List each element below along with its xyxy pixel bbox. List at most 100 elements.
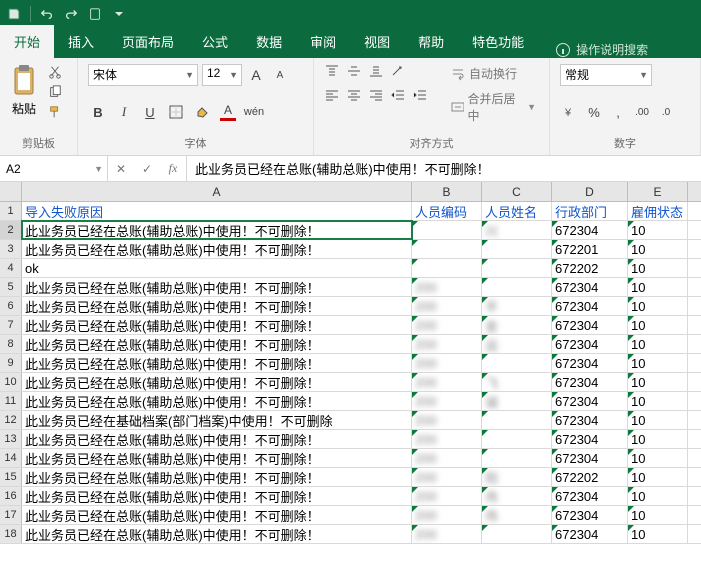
- cell[interactable]: 672304: [552, 525, 628, 543]
- cell[interactable]: 200: [412, 506, 482, 524]
- cell[interactable]: [412, 240, 482, 258]
- row-header[interactable]: 1: [0, 202, 22, 220]
- font-size-select[interactable]: 12▼: [202, 64, 242, 86]
- cell[interactable]: 10: [628, 373, 688, 391]
- tab-review[interactable]: 审阅: [296, 25, 350, 58]
- percent-icon[interactable]: %: [584, 102, 604, 122]
- row-header[interactable]: 12: [0, 411, 22, 429]
- row-header[interactable]: 6: [0, 297, 22, 315]
- cell[interactable]: 10: [628, 297, 688, 315]
- cell[interactable]: 金: [482, 316, 552, 334]
- cell[interactable]: 此业务员已经在总账(辅助总账)中使用！不可删除！: [22, 449, 412, 467]
- cell[interactable]: 672304: [552, 373, 628, 391]
- cell[interactable]: 此业务员已经在总账(辅助总账)中使用！不可删除！: [22, 430, 412, 448]
- cell[interactable]: 伟: [482, 506, 552, 524]
- cell[interactable]: 人员姓名: [482, 202, 552, 220]
- cell[interactable]: 672304: [552, 335, 628, 353]
- cell[interactable]: 此业务员已经在总账(辅助总账)中使用！不可删除！: [22, 278, 412, 296]
- row-header[interactable]: 5: [0, 278, 22, 296]
- column-header-A[interactable]: A: [22, 182, 412, 201]
- cell[interactable]: 飞: [482, 373, 552, 391]
- number-format-select[interactable]: 常规▼: [560, 64, 652, 86]
- cell[interactable]: 10: [628, 468, 688, 486]
- cell[interactable]: [482, 525, 552, 543]
- align-middle-icon[interactable]: [346, 64, 364, 80]
- cell[interactable]: 阳: [482, 468, 552, 486]
- cell[interactable]: 672304: [552, 411, 628, 429]
- tab-help[interactable]: 帮助: [404, 25, 458, 58]
- cell[interactable]: 行政部门: [552, 202, 628, 220]
- row-header[interactable]: 2: [0, 221, 22, 239]
- cell[interactable]: 672304: [552, 278, 628, 296]
- save-icon[interactable]: [6, 6, 22, 22]
- cell[interactable]: [412, 221, 482, 239]
- cell[interactable]: [482, 278, 552, 296]
- cell[interactable]: [482, 354, 552, 372]
- cell[interactable]: 此业务员已经在总账(辅助总账)中使用！不可删除！: [22, 468, 412, 486]
- cell[interactable]: 10: [628, 430, 688, 448]
- cell[interactable]: 10: [628, 259, 688, 277]
- cell[interactable]: 672304: [552, 392, 628, 410]
- merge-center-button[interactable]: 合并后居中▼: [448, 89, 539, 125]
- tab-features[interactable]: 特色功能: [458, 25, 538, 58]
- align-center-icon[interactable]: [346, 88, 364, 104]
- cell[interactable]: 10: [628, 506, 688, 524]
- cell[interactable]: 此业务员已经在总账(辅助总账)中使用！不可删除！: [22, 487, 412, 505]
- decrease-decimal-icon[interactable]: .0: [656, 102, 676, 122]
- underline-button[interactable]: U: [140, 102, 160, 122]
- cell[interactable]: [482, 240, 552, 258]
- cell[interactable]: 672304: [552, 354, 628, 372]
- cell[interactable]: 此业务员已经在总账(辅助总账)中使用！不可删除！: [22, 240, 412, 258]
- cell[interactable]: 672202: [552, 468, 628, 486]
- tell-me-search[interactable]: 操作说明搜索: [546, 41, 658, 58]
- cell[interactable]: 200: [412, 354, 482, 372]
- select-all-corner[interactable]: [0, 182, 22, 201]
- qat-more-icon[interactable]: [111, 6, 127, 22]
- enter-formula-icon[interactable]: ✓: [134, 162, 160, 176]
- undo-icon[interactable]: [39, 6, 55, 22]
- format-painter-icon[interactable]: [46, 104, 64, 120]
- cut-icon[interactable]: [46, 64, 64, 80]
- row-header[interactable]: 7: [0, 316, 22, 334]
- cell[interactable]: 672304: [552, 506, 628, 524]
- cell[interactable]: 此业务员已经在总账(辅助总账)中使用！不可删除！: [22, 297, 412, 315]
- bold-button[interactable]: B: [88, 102, 108, 122]
- currency-icon[interactable]: ¥: [560, 102, 580, 122]
- tab-view[interactable]: 视图: [350, 25, 404, 58]
- tab-data[interactable]: 数据: [242, 25, 296, 58]
- cell[interactable]: [412, 259, 482, 277]
- cell[interactable]: 200: [412, 411, 482, 429]
- increase-indent-icon[interactable]: [412, 88, 430, 104]
- cell[interactable]: 此业务员已经在总账(辅助总账)中使用！不可删除！: [22, 373, 412, 391]
- cell[interactable]: [482, 449, 552, 467]
- fx-icon[interactable]: fx: [160, 161, 186, 176]
- formula-input[interactable]: 此业务员已经在总账(辅助总账)中使用！不可删除！: [187, 156, 701, 181]
- row-header[interactable]: 13: [0, 430, 22, 448]
- cell[interactable]: 10: [628, 240, 688, 258]
- row-header[interactable]: 14: [0, 449, 22, 467]
- cell[interactable]: 诚: [482, 392, 552, 410]
- align-right-icon[interactable]: [368, 88, 386, 104]
- cell[interactable]: 672304: [552, 487, 628, 505]
- cell[interactable]: 10: [628, 316, 688, 334]
- column-header-B[interactable]: B: [412, 182, 482, 201]
- align-left-icon[interactable]: [324, 88, 342, 104]
- cell[interactable]: 10: [628, 335, 688, 353]
- cell[interactable]: 10: [628, 449, 688, 467]
- cell[interactable]: 10: [628, 278, 688, 296]
- cell[interactable]: 200: [412, 373, 482, 391]
- cell[interactable]: [482, 259, 552, 277]
- tab-page-layout[interactable]: 页面布局: [108, 25, 188, 58]
- cell[interactable]: 此业务员已经在基础档案(部门档案)中使用！不可删除: [22, 411, 412, 429]
- row-header[interactable]: 4: [0, 259, 22, 277]
- touch-mode-icon[interactable]: [87, 6, 103, 22]
- row-header[interactable]: 17: [0, 506, 22, 524]
- cell[interactable]: 10: [628, 411, 688, 429]
- font-name-select[interactable]: 宋体▼: [88, 64, 198, 86]
- cell[interactable]: 此业务员已经在总账(辅助总账)中使用！不可删除！: [22, 506, 412, 524]
- cell[interactable]: 672304: [552, 430, 628, 448]
- cell[interactable]: 200: [412, 316, 482, 334]
- align-top-icon[interactable]: [324, 64, 342, 80]
- cell[interactable]: 10: [628, 392, 688, 410]
- row-header[interactable]: 15: [0, 468, 22, 486]
